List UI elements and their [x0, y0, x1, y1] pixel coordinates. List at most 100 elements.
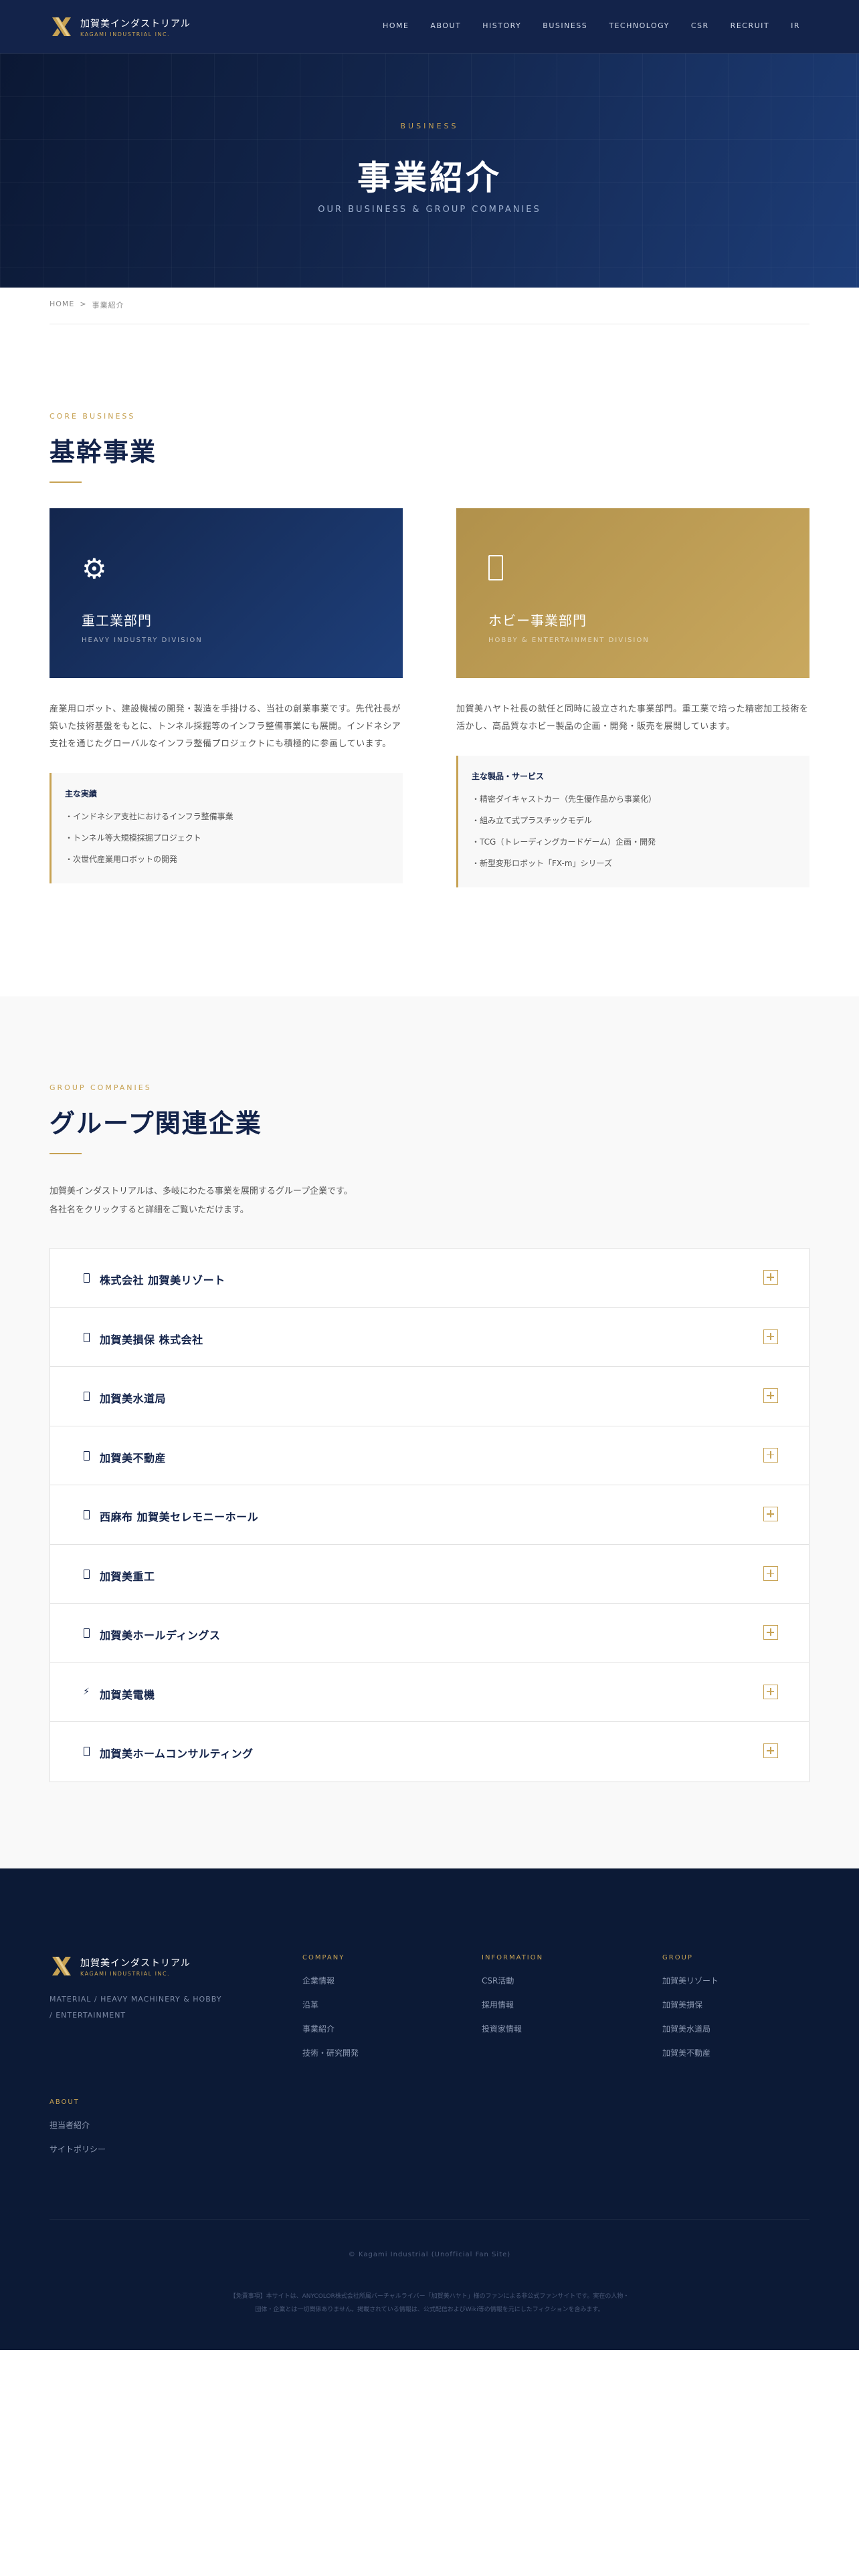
division-highlights: 主な製品・サービス ・精密ダイキャストカー（先生優作品から事業化） ・組み立て式… — [456, 756, 809, 887]
division-heavy-industry: ⚙ 重工業部門 HEAVY INDUSTRY DIVISION 産業用ロボット、… — [50, 508, 403, 887]
main-nav: HOME ABOUT HISTORY BUSINESS TECHNOLOGY C… — [361, 21, 800, 30]
expand-icon[interactable] — [763, 1329, 778, 1344]
expand-icon[interactable] — [763, 1743, 778, 1758]
footer-col-company: COMPANY 企業情報 沿革 事業紹介 技術・研究開発 — [302, 1954, 359, 2071]
division-hobby: ホビー事業部門 HOBBY & ENTERTAINMENT DIVISION 加… — [456, 508, 809, 887]
group-title-rule — [50, 1153, 82, 1154]
site-logo[interactable]: 加賀美インダストリアル KAGAMI INDUSTRIAL INC. — [50, 15, 191, 39]
expand-icon[interactable] — [763, 1447, 778, 1463]
nav-history[interactable]: HISTORY — [482, 21, 521, 30]
footer-logo-text-en: KAGAMI INDUSTRIAL INC. — [80, 1970, 171, 1977]
company-name: 加賀美不動産 — [100, 1451, 167, 1465]
nav-ir[interactable]: IR — [791, 21, 800, 30]
company-name: 加賀美重工 — [100, 1570, 155, 1583]
company-name: 西麻布 加賀美セレモニーホール — [100, 1511, 259, 1523]
company-accordion-item[interactable]: ⚡ 加賀美電機 — [50, 1663, 809, 1722]
footer-disclaimer: 【免責事項】本サイトは、ANYCOLOR株式会社所属バーチャルライバー「加賀美ハ… — [229, 2293, 630, 2313]
highlight-item: ・組み立て式プラスチックモデル — [472, 816, 592, 825]
company-accordion-item[interactable]: 加賀美重工 — [50, 1545, 809, 1604]
group-intro: 加賀美インダストリアルは、多岐にわたる事業を展開するグループ企業です。 各社名を… — [50, 1186, 353, 1215]
company-accordion-item[interactable]: 加賀美不動産 — [50, 1426, 809, 1485]
expand-icon[interactable] — [763, 1625, 778, 1640]
footer-link[interactable]: 加賀美水道局 — [662, 2023, 719, 2034]
building-icon — [84, 1628, 90, 1638]
company-accordion-item[interactable]: 加賀美水道局 — [50, 1367, 809, 1426]
building-icon — [84, 1569, 90, 1579]
highlight-item: ・精密ダイキャストカー（先生優作品から事業化） — [472, 794, 657, 804]
division-list: ⚙ 重工業部門 HEAVY INDUSTRY DIVISION 産業用ロボット、… — [50, 508, 809, 887]
footer-link[interactable]: 事業紹介 — [302, 2023, 359, 2034]
division-highlights: 主な実績 ・インドネシア支社におけるインフラ整備事業 ・トンネル等大規模採掘プロ… — [50, 773, 403, 883]
core-eyebrow: CORE BUSINESS — [50, 412, 136, 421]
footer-link[interactable]: CSR活動 — [482, 1975, 543, 1986]
core-business-heading: CORE BUSINESS 基幹事業 — [50, 412, 809, 483]
expand-icon[interactable] — [763, 1388, 778, 1403]
logo-text-jp: 加賀美インダストリアル — [80, 18, 191, 29]
group-title: グループ関連企業 — [50, 1108, 262, 1138]
footer-divider — [50, 2219, 809, 2220]
footer-logo[interactable]: 加賀美インダストリアル KAGAMI INDUSTRIAL INC. — [50, 1954, 191, 1978]
company-name: 加賀美損保 株式会社 — [100, 1333, 203, 1346]
nav-recruit[interactable]: RECRUIT — [731, 21, 769, 30]
division-card-hobby: ホビー事業部門 HOBBY & ENTERTAINMENT DIVISION — [456, 508, 809, 678]
footer-link[interactable]: 技術・研究開発 — [302, 2047, 359, 2058]
logo-text-en: KAGAMI INDUSTRIAL INC. — [80, 31, 171, 37]
footer-link[interactable]: 加賀美不動産 — [662, 2047, 719, 2058]
company-accordion-item[interactable]: 株式会社 加賀美リゾート — [50, 1249, 809, 1308]
footer-col-title: COMPANY — [302, 1954, 345, 1961]
division-name-en: HEAVY INDUSTRY DIVISION — [82, 637, 203, 644]
footer-link[interactable]: 沿革 — [302, 1999, 359, 2010]
footer-col-title: ABOUT — [50, 2099, 80, 2106]
footer-link[interactable]: 採用情報 — [482, 1999, 543, 2010]
company-name: 加賀美電機 — [100, 1688, 155, 1701]
company-name: 加賀美水道局 — [100, 1392, 167, 1405]
division-name: ホビー事業部門 — [488, 613, 587, 629]
footer-link[interactable]: 加賀美損保 — [662, 1999, 719, 2010]
footer-col-title: GROUP — [662, 1954, 693, 1961]
building-icon — [84, 1273, 90, 1283]
footer-col-information: INFORMATION CSR活動 採用情報 投資家情報 — [482, 1954, 543, 2047]
breadcrumb-separator: > — [80, 300, 87, 308]
expand-icon[interactable] — [763, 1684, 778, 1699]
footer-link[interactable]: 加賀美リゾート — [662, 1975, 719, 1986]
footer-link[interactable]: 投資家情報 — [482, 2023, 543, 2034]
footer-link[interactable]: 担当者紹介 — [50, 2119, 106, 2131]
kagami-logo-icon — [52, 17, 71, 36]
company-accordion-item[interactable]: 加賀美ホールディングス — [50, 1604, 809, 1663]
lightning-icon: ⚡ — [83, 1686, 90, 1697]
company-accordion-item[interactable]: 加賀美ホームコンサルティング — [50, 1722, 809, 1782]
nav-about[interactable]: ABOUT — [430, 21, 461, 30]
footer-link[interactable]: サイトポリシー — [50, 2143, 106, 2155]
site-footer: 加賀美インダストリアル KAGAMI INDUSTRIAL INC. MATER… — [0, 1868, 859, 2350]
expand-icon[interactable] — [763, 1507, 778, 1521]
division-description: 産業用ロボット、建設機械の開発・製造を手掛ける、当社の創業事業です。先代社長が築… — [50, 704, 401, 749]
hero-banner: BUSINESS 事業紹介 OUR BUSINESS & GROUP COMPA… — [0, 53, 859, 288]
highlight-item: ・次世代産業用ロボットの開発 — [65, 855, 178, 864]
company-accordion-item[interactable]: 加賀美損保 株式会社 — [50, 1308, 809, 1367]
company-name: 加賀美ホールディングス — [100, 1629, 221, 1642]
site-header: 加賀美インダストリアル KAGAMI INDUSTRIAL INC. HOME … — [0, 0, 859, 53]
breadcrumb-home[interactable]: HOME — [50, 300, 74, 310]
division-description: 加賀美ハヤト社長の就任と同時に設立された事業部門。重工業で培った精密加工技術を活… — [456, 704, 809, 732]
company-name: 加賀美ホームコンサルティング — [100, 1747, 254, 1760]
expand-icon[interactable] — [763, 1270, 778, 1285]
breadcrumb: HOME > 事業紹介 — [50, 300, 124, 310]
breadcrumb-current: 事業紹介 — [92, 301, 124, 310]
nav-home[interactable]: HOME — [383, 21, 409, 30]
company-accordion-item[interactable]: 西麻布 加賀美セレモニーホール — [50, 1485, 809, 1545]
hero-subtitle: OUR BUSINESS & GROUP COMPANIES — [318, 205, 541, 215]
nav-technology[interactable]: TECHNOLOGY — [609, 21, 670, 30]
building-icon — [84, 1332, 90, 1342]
building-icon — [84, 1747, 90, 1756]
nav-csr[interactable]: CSR — [691, 21, 709, 30]
kagami-logo-icon — [52, 1957, 71, 1975]
company-name: 株式会社 加賀美リゾート — [100, 1274, 225, 1287]
division-card-heavy: ⚙ 重工業部門 HEAVY INDUSTRY DIVISION — [50, 508, 403, 678]
expand-icon[interactable] — [763, 1566, 778, 1581]
footer-col-title: INFORMATION — [482, 1954, 544, 1961]
core-title-rule — [50, 481, 82, 483]
footer-link[interactable]: 企業情報 — [302, 1975, 359, 1986]
nav-business[interactable]: BUSINESS — [543, 21, 587, 30]
building-icon — [84, 1451, 90, 1461]
building-icon — [84, 1392, 90, 1401]
